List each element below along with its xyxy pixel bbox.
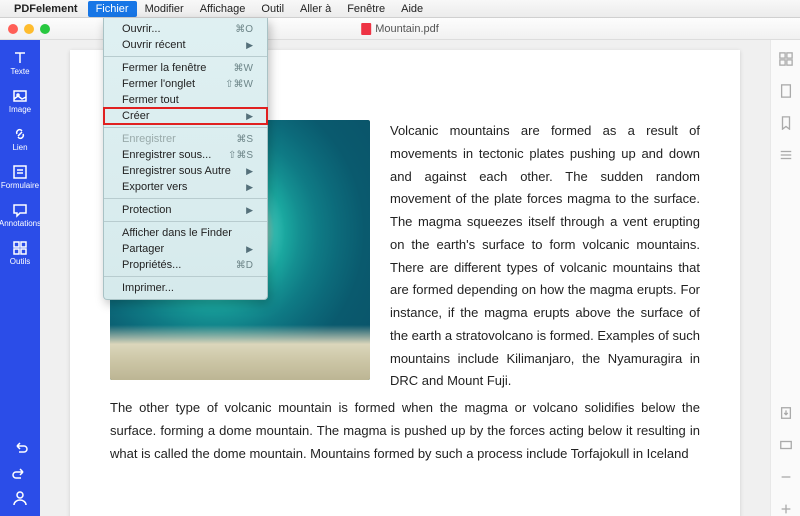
menu-item-label: Propriétés... [122, 259, 181, 271]
paragraph-1: Volcanic mountains are formed as a resul… [390, 120, 700, 393]
page-icon[interactable] [779, 84, 793, 98]
close-window-button[interactable] [8, 24, 18, 34]
sidebar-label: Lien [12, 144, 27, 152]
menubar-item-aide[interactable]: Aide [393, 1, 431, 17]
app-name[interactable]: PDFelement [14, 3, 78, 15]
menu-item-partager[interactable]: Partager ▶ [104, 241, 267, 257]
submenu-arrow-icon: ▶ [246, 205, 253, 216]
menu-item-enregistrer: Enregistrer ⌘S [104, 131, 267, 147]
menu-shortcut: ⌘S [236, 134, 253, 145]
menu-item-fermer-la-fen-tre[interactable]: Fermer la fenêtre ⌘W [104, 60, 267, 76]
menu-item-fermer-l-onglet[interactable]: Fermer l'onglet ⇧⌘W [104, 76, 267, 92]
menu-item-label: Enregistrer sous Autre [122, 165, 231, 177]
menubar-item-aller-à[interactable]: Aller à [292, 1, 339, 17]
submenu-arrow-icon: ▶ [246, 111, 253, 122]
menu-shortcut: ⌘O [235, 24, 253, 35]
menu-item-enregistrer-sous-autre[interactable]: Enregistrer sous Autre ▶ [104, 163, 267, 179]
sidebar-label: Image [9, 106, 31, 114]
sidebar-item-image[interactable]: Image [2, 84, 38, 118]
menu-item-label: Créer [122, 110, 150, 122]
sidebar-label: Annotations [0, 220, 41, 228]
menu-item-ouvrir-r-cent[interactable]: Ouvrir récent ▶ [104, 37, 267, 53]
zoom-out-icon[interactable] [779, 470, 793, 484]
sidebar-label: Outils [10, 258, 30, 266]
menu-item-label: Enregistrer sous... [122, 149, 211, 161]
menu-item-label: Partager [122, 243, 164, 255]
submenu-arrow-icon: ▶ [246, 244, 253, 255]
menubar-item-outil[interactable]: Outil [253, 1, 292, 17]
menu-item-enregistrer-sous[interactable]: Enregistrer sous... ⇧⌘S [104, 147, 267, 163]
menubar-item-affichage[interactable]: Affichage [192, 1, 254, 17]
submenu-arrow-icon: ▶ [246, 166, 253, 177]
zoom-window-button[interactable] [40, 24, 50, 34]
menu-item-fermer-tout[interactable]: Fermer tout [104, 92, 267, 108]
menu-item-ouvrir[interactable]: Ouvrir... ⌘O [104, 21, 267, 37]
menu-item-imprimer[interactable]: Imprimer... [104, 280, 267, 296]
menu-shortcut: ⇧⌘W [225, 79, 253, 90]
menu-item-label: Ouvrir... [122, 23, 161, 35]
menu-separator [104, 276, 267, 277]
menu-item-label: Exporter vers [122, 181, 187, 193]
left-sidebar: Texte Image Lien Formulaire Annotations Outil… [0, 40, 40, 516]
thumbnails-icon[interactable] [779, 52, 793, 66]
menubar: PDFelement FichierModifierAffichageOutil… [0, 0, 800, 18]
menu-item-label: Fermer la fenêtre [122, 62, 206, 74]
sidebar-item-form[interactable]: Formulaire [2, 160, 38, 194]
menu-item-exporter-vers[interactable]: Exporter vers ▶ [104, 179, 267, 195]
sidebar-item-tools[interactable]: Outils [2, 236, 38, 270]
menu-separator [104, 221, 267, 222]
sidebar-item-annot[interactable]: Annotations [2, 198, 38, 232]
menu-item-label: Imprimer... [122, 282, 174, 294]
sidebar-item-link[interactable]: Lien [2, 122, 38, 156]
menu-item-cr-er[interactable]: Créer ▶ [104, 108, 267, 124]
submenu-arrow-icon: ▶ [246, 40, 253, 51]
minimize-window-button[interactable] [24, 24, 34, 34]
menu-separator [104, 127, 267, 128]
menu-item-label: Ouvrir récent [122, 39, 186, 51]
menu-item-label: Fermer l'onglet [122, 78, 195, 90]
menu-item-label: Fermer tout [122, 94, 179, 106]
export-icon[interactable] [779, 406, 793, 420]
bookmark-icon[interactable] [779, 116, 793, 130]
menu-shortcut: ⇧⌘S [228, 150, 253, 161]
right-sidebar [770, 40, 800, 516]
redo-icon[interactable] [12, 464, 28, 480]
sidebar-item-text[interactable]: Texte [2, 46, 38, 80]
undo-icon[interactable] [12, 438, 28, 454]
menu-item-label: Afficher dans le Finder [122, 227, 232, 239]
sidebar-label: Texte [10, 68, 29, 76]
user-icon[interactable] [12, 490, 28, 506]
menu-separator [104, 56, 267, 57]
menu-item-label: Enregistrer [122, 133, 176, 145]
submenu-arrow-icon: ▶ [246, 182, 253, 193]
menu-shortcut: ⌘W [234, 63, 253, 74]
document-title: Mountain.pdf [361, 23, 439, 35]
file-menu-dropdown: Ouvrir... ⌘O Ouvrir récent ▶ Fermer la fenêt… [103, 18, 268, 300]
redact-icon[interactable] [779, 438, 793, 452]
document-name: Mountain.pdf [375, 23, 439, 35]
zoom-in-icon[interactable] [779, 502, 793, 516]
menubar-item-fichier[interactable]: Fichier [88, 1, 137, 17]
sidebar-label: Formulaire [1, 182, 39, 190]
menu-separator [104, 198, 267, 199]
paragraph-2: The other type of volcanic mountain is f… [110, 397, 700, 465]
pdf-file-icon [361, 23, 371, 35]
traffic-lights [8, 24, 50, 34]
menu-item-label: Protection [122, 204, 172, 216]
menubar-item-fenêtre[interactable]: Fenêtre [339, 1, 393, 17]
menu-item-protection[interactable]: Protection ▶ [104, 202, 267, 218]
menu-item-propri-t-s[interactable]: Propriétés... ⌘D [104, 257, 267, 273]
menu-item-afficher-dans-le-finder[interactable]: Afficher dans le Finder [104, 225, 267, 241]
menu-shortcut: ⌘D [236, 260, 253, 271]
menubar-item-modifier[interactable]: Modifier [137, 1, 192, 17]
list-icon[interactable] [779, 148, 793, 162]
